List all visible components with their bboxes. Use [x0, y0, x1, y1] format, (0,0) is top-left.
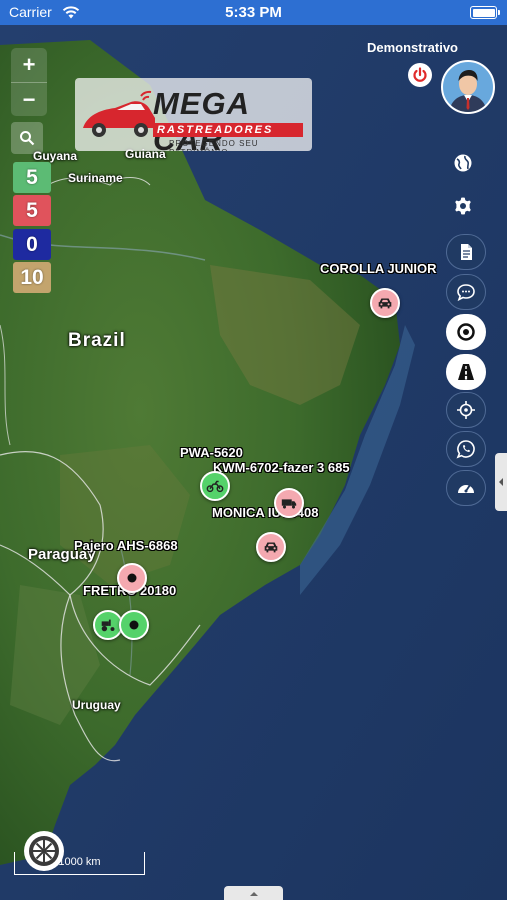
- battery-icon: [470, 6, 500, 19]
- map-label-uruguay: Uruguay: [72, 698, 121, 712]
- truck-icon: [281, 499, 297, 509]
- chevron-left-icon: [499, 478, 503, 486]
- locate-button[interactable]: [446, 392, 486, 428]
- side-panel-toggle[interactable]: [495, 453, 507, 511]
- dashboard-button[interactable]: [446, 470, 486, 506]
- counter-alert[interactable]: 0: [13, 229, 51, 260]
- logout-button[interactable]: [408, 63, 432, 87]
- tractor-icon: [101, 619, 115, 632]
- company-logo: MEGA CAR RASTREADORES PROTEGENDO SEU PAT…: [75, 78, 312, 151]
- car-icon: [378, 298, 392, 309]
- vehicle-marker[interactable]: [370, 288, 400, 318]
- vehicle-label: COROLLA JUNIOR: [320, 261, 437, 276]
- chat-icon: [457, 284, 475, 302]
- counter-total[interactable]: 10: [13, 262, 51, 293]
- motorcycle-icon: [206, 480, 224, 493]
- reports-button[interactable]: [446, 234, 486, 270]
- vehicle-label: PWA-5620: [180, 445, 243, 460]
- car-icon: [264, 542, 278, 553]
- map-scale: 1000 km: [14, 852, 145, 875]
- counter-offline[interactable]: 5: [13, 195, 51, 226]
- logo-tagline: PROTEGENDO SEU PATRIMÔNIO: [169, 139, 259, 151]
- bottom-panel-toggle[interactable]: [224, 886, 283, 900]
- settings-button[interactable]: [450, 193, 476, 219]
- logo-subtitle: RASTREADORES: [153, 123, 303, 137]
- vehicle-marker[interactable]: [119, 610, 149, 640]
- user-avatar-icon: [449, 70, 487, 112]
- vehicle-label: KWM-6702-fazer 3 685: [213, 460, 350, 475]
- vehicle-label: Pajero AHS-6868: [74, 538, 178, 553]
- power-icon: [413, 67, 427, 82]
- chevron-up-icon: [249, 891, 258, 896]
- gear-icon: [455, 197, 471, 215]
- search-button[interactable]: [11, 122, 43, 154]
- zoom-out-button[interactable]: −: [11, 82, 47, 116]
- speedometer-icon: [458, 484, 474, 493]
- user-name: Demonstrativo: [366, 40, 458, 55]
- crosshair-icon: [457, 401, 475, 419]
- map-layers-button[interactable]: [450, 150, 476, 176]
- map-view[interactable]: Guyana Guiana Suriname Brazil Paraguay U…: [0, 25, 507, 900]
- car-logo-icon: [83, 90, 155, 137]
- vehicle-marker[interactable]: [274, 488, 304, 518]
- vehicle-marker[interactable]: [256, 532, 286, 562]
- status-bar: Carrier 5:33 PM: [0, 0, 507, 25]
- track-button[interactable]: [446, 314, 486, 350]
- vehicle-marker[interactable]: [200, 471, 230, 501]
- vehicle-icon: [127, 573, 137, 583]
- route-button[interactable]: [446, 354, 486, 390]
- road-icon: [458, 364, 474, 380]
- avatar[interactable]: [441, 60, 495, 114]
- map-label-suriname: Suriname: [68, 171, 123, 185]
- vehicle-icon: [129, 620, 139, 630]
- map-label-brazil: Brazil: [68, 330, 126, 351]
- zoom-in-button[interactable]: +: [11, 48, 47, 82]
- clock: 5:33 PM: [225, 4, 282, 21]
- messages-button[interactable]: [446, 274, 486, 310]
- target-icon: [457, 323, 475, 341]
- document-icon: [461, 244, 472, 260]
- whatsapp-button[interactable]: [446, 431, 486, 467]
- zoom-control: + −: [11, 48, 47, 116]
- whatsapp-icon: [456, 440, 475, 459]
- search-icon: [20, 131, 35, 146]
- counter-online[interactable]: 5: [13, 162, 51, 193]
- vehicle-marker[interactable]: [117, 563, 147, 593]
- globe-icon: [454, 154, 472, 172]
